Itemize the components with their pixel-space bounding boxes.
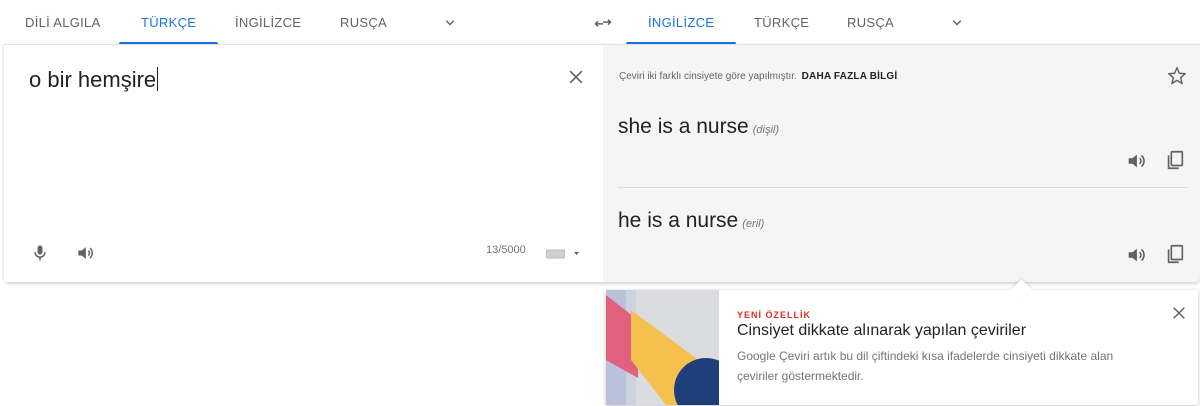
feature-illustration bbox=[606, 290, 719, 405]
translation-feminine: she is a nurse (dişil) bbox=[618, 115, 779, 139]
speaker-icon bbox=[1128, 154, 1145, 168]
tab-target-turkish[interactable]: TÜRKÇE bbox=[754, 0, 809, 45]
tab-source-russian[interactable]: RUSÇA bbox=[340, 0, 387, 45]
popup-pointer bbox=[1010, 278, 1033, 301]
source-more-languages-button[interactable] bbox=[441, 14, 459, 32]
source-panel: o bir hemşire 13/5000 bbox=[4, 45, 603, 282]
copy-translation-masculine-button[interactable] bbox=[1164, 243, 1186, 265]
new-feature-popup: YENİ ÖZELLİK Cinsiyet dikkate alınarak y… bbox=[606, 278, 1198, 405]
learn-more-link[interactable]: DAHA FAZLA BİLGİ bbox=[802, 71, 898, 82]
character-count: 13/5000 bbox=[486, 244, 526, 256]
copy-translation-feminine-button[interactable] bbox=[1164, 149, 1186, 171]
translation-divider bbox=[618, 187, 1188, 188]
copy-icon bbox=[1167, 244, 1184, 264]
tab-target-russian[interactable]: RUSÇA bbox=[847, 0, 894, 45]
new-feature-tag: YENİ ÖZELLİK bbox=[737, 310, 812, 320]
save-translation-button[interactable] bbox=[1166, 65, 1188, 87]
copy-icon bbox=[1167, 150, 1184, 170]
target-more-languages-button[interactable] bbox=[948, 14, 966, 32]
listen-source-button[interactable] bbox=[74, 243, 96, 263]
microphone-icon bbox=[34, 245, 46, 261]
tab-source-turkish[interactable]: TÜRKÇE bbox=[118, 0, 219, 45]
popup-title: Cinsiyet dikkate alınarak yapılan çeviri… bbox=[737, 322, 1027, 339]
target-panel: Çeviri iki farklı cinsiyete göre yapılmı… bbox=[603, 45, 1200, 282]
translation-text: she is a nurse bbox=[618, 115, 749, 138]
close-popup-button[interactable] bbox=[1170, 304, 1188, 322]
voice-input-button[interactable] bbox=[30, 243, 50, 263]
gender-label: (eril) bbox=[742, 218, 765, 230]
keyboard-icon bbox=[546, 249, 579, 259]
speaker-icon bbox=[1128, 248, 1145, 262]
translation-card: o bir hemşire 13/5000 Çeviri iki farklı … bbox=[4, 44, 1200, 282]
gender-label: (dişil) bbox=[752, 124, 780, 136]
tab-target-english[interactable]: İNGİLİZCE bbox=[625, 0, 737, 45]
source-language-tabs: DİLİ ALGILA TÜRKÇE İNGİLİZCE RUSÇA bbox=[0, 0, 596, 45]
translation-masculine: he is a nurse (eril) bbox=[618, 209, 764, 233]
tab-detect-language[interactable]: DİLİ ALGILA bbox=[25, 0, 101, 45]
gender-notice-text: Çeviri iki farklı cinsiyete göre yapılmı… bbox=[619, 71, 797, 82]
listen-translation-masculine-button[interactable] bbox=[1125, 244, 1147, 266]
clear-icon bbox=[569, 70, 583, 84]
source-text: o bir hemşire bbox=[29, 67, 157, 92]
tab-source-english[interactable]: İNGİLİZCE bbox=[235, 0, 301, 45]
translation-text: he is a nurse bbox=[618, 209, 739, 232]
chevron-down-icon bbox=[952, 20, 962, 26]
close-icon bbox=[1173, 307, 1185, 319]
source-text-input[interactable]: o bir hemşire bbox=[29, 67, 159, 93]
target-language-tabs: İNGİLİZCE TÜRKÇE RUSÇA bbox=[600, 0, 1200, 45]
star-icon bbox=[1168, 67, 1186, 85]
listen-translation-feminine-button[interactable] bbox=[1125, 150, 1147, 172]
speaker-icon bbox=[78, 247, 93, 259]
input-tools-button[interactable] bbox=[546, 247, 580, 259]
clear-source-button[interactable] bbox=[566, 67, 586, 87]
chevron-down-icon bbox=[445, 20, 455, 26]
text-caret bbox=[157, 67, 159, 91]
gender-notice: Çeviri iki farklı cinsiyete göre yapılmı… bbox=[619, 71, 897, 82]
popup-description: Google Çeviri artık bu dil çiftindeki kı… bbox=[737, 349, 1114, 383]
